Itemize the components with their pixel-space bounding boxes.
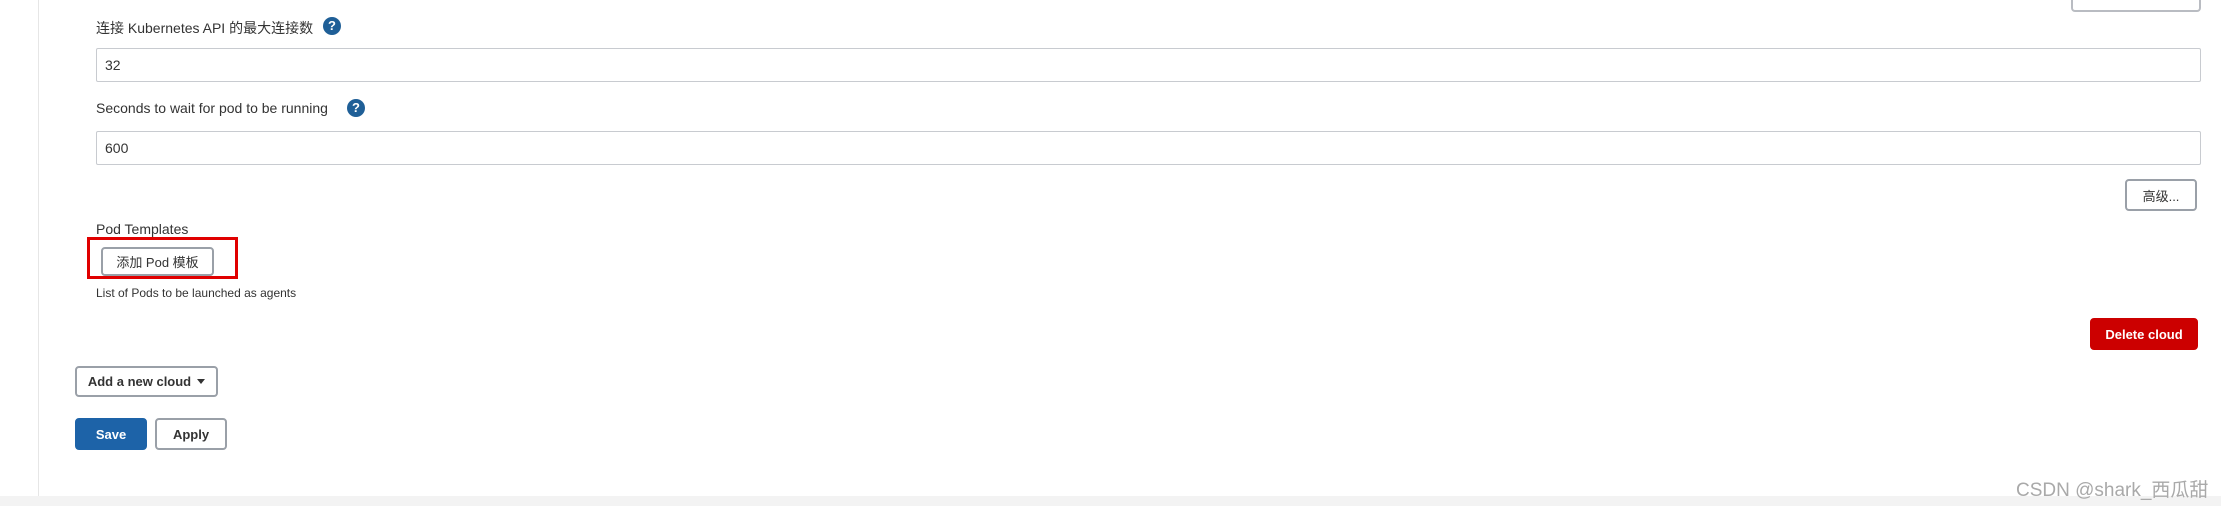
apply-button[interactable]: Apply <box>155 418 227 450</box>
pod-wait-input[interactable] <box>96 131 2201 165</box>
delete-cloud-button[interactable]: Delete cloud <box>2090 318 2198 350</box>
add-new-cloud-button[interactable]: Add a new cloud <box>75 366 218 397</box>
pod-templates-description: List of Pods to be launched as agents <box>96 286 297 300</box>
pod-templates-title: Pod Templates <box>96 221 189 237</box>
max-connections-label: 连接 Kubernetes API 的最大连接数 <box>96 20 314 36</box>
bottom-strip <box>0 496 2221 506</box>
partially-visible-button[interactable] <box>2071 0 2201 12</box>
max-connections-help-icon[interactable]: ? <box>323 17 341 35</box>
chevron-down-icon <box>197 379 206 384</box>
watermark: CSDN @shark_西瓜甜 <box>2016 480 2209 501</box>
pod-wait-label: Seconds to wait for pod to be running <box>96 100 328 116</box>
add-pod-template-button[interactable]: 添加 Pod 模板 <box>101 247 214 276</box>
max-connections-input[interactable] <box>96 48 2201 82</box>
save-button[interactable]: Save <box>75 418 147 450</box>
add-new-cloud-label: Add a new cloud <box>87 374 192 389</box>
advanced-button[interactable]: 高级... <box>2125 179 2197 211</box>
left-sidebar-edge <box>0 0 39 496</box>
pod-wait-help-icon[interactable]: ? <box>347 99 365 117</box>
